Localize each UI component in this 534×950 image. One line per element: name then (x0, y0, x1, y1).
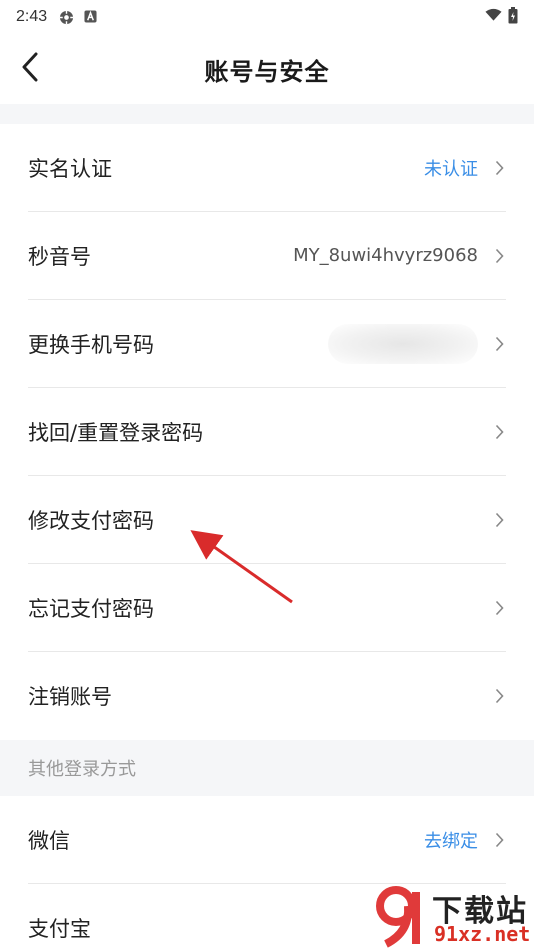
chevron-right-icon (492, 424, 506, 440)
row-change-phone[interactable]: 更换手机号码 (28, 300, 506, 388)
chevron-right-icon (492, 688, 506, 704)
row-label: 秒音号 (28, 244, 91, 269)
row-forgot-payment-password[interactable]: 忘记支付密码 (28, 564, 506, 652)
chevron-right-icon (492, 336, 506, 352)
miaoyin-id-value: MY_8uwi4hvyrz9068 (293, 245, 478, 266)
site-watermark: 下载站 91xz.net (376, 884, 534, 950)
row-label: 微信 (28, 828, 70, 853)
watermark-logo (376, 886, 420, 948)
row-label: 更换手机号码 (28, 332, 154, 357)
row-real-name-verification[interactable]: 实名认证 未认证 (28, 124, 506, 212)
row-label: 找回/重置登录密码 (28, 420, 204, 445)
wechat-bind-status: 去绑定 (424, 830, 478, 852)
row-label: 支付宝 (28, 917, 91, 941)
nav-bar: 账号与安全 (0, 34, 534, 104)
watermark-url: 91xz.net (434, 922, 531, 946)
row-label: 注销账号 (28, 685, 112, 709)
back-button[interactable] (12, 51, 48, 87)
account-settings-list: 实名认证 未认证 秒音号 MY_8uwi4hvyrz9068 更换手机号码 找回… (0, 124, 534, 740)
chevron-right-icon (492, 160, 506, 176)
row-label: 忘记支付密码 (28, 596, 154, 621)
row-delete-account[interactable]: 注销账号 (28, 652, 506, 740)
row-label: 修改支付密码 (28, 508, 154, 533)
text-badge-icon (84, 9, 99, 25)
row-change-payment-password[interactable]: 修改支付密码 (28, 476, 506, 564)
settings-icon (59, 10, 74, 25)
page-title: 账号与安全 (204, 57, 330, 86)
chevron-right-icon (492, 512, 506, 528)
blurred-phone-number (328, 323, 478, 364)
row-label: 实名认证 (28, 156, 112, 181)
verification-status: 未认证 (424, 158, 478, 180)
chevron-left-icon (21, 52, 39, 86)
section-gap (0, 104, 534, 124)
row-reset-login-password[interactable]: 找回/重置登录密码 (28, 388, 506, 476)
status-time: 2:43 (16, 8, 48, 25)
other-login-header: 其他登录方式 (0, 740, 534, 796)
wifi-icon (485, 8, 502, 26)
chevron-right-icon (492, 248, 506, 264)
chevron-right-icon (492, 600, 506, 616)
chevron-right-icon (492, 832, 506, 848)
status-bar: 2:43 (0, 0, 534, 34)
row-miaoyin-id[interactable]: 秒音号 MY_8uwi4hvyrz9068 (28, 212, 506, 300)
battery-icon (508, 6, 518, 28)
row-wechat[interactable]: 微信 去绑定 (28, 796, 506, 884)
